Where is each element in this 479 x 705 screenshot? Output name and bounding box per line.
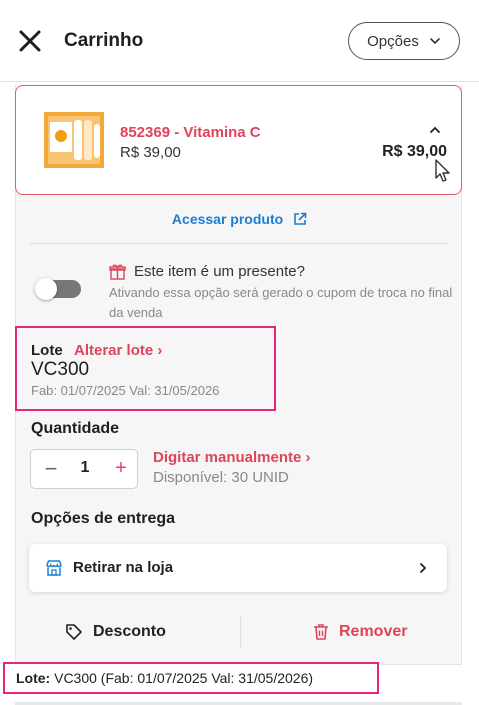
product-image [44,112,104,168]
manual-entry-link[interactable]: Digitar manualmente › [153,449,311,466]
gift-title: Este item é um presente? [134,263,305,280]
available-stock: Disponível: 30 UNID [153,469,289,486]
access-product-link[interactable]: Acessar produto [0,211,479,227]
access-product-label: Acessar produto [171,211,284,227]
pickup-in-store-label: Retirar na loja [73,559,174,576]
trash-icon [314,624,328,640]
toggle-knob [35,278,57,300]
lote-label: Lote [31,342,63,359]
pickup-in-store-option[interactable]: Retirar na loja [29,544,447,592]
quantity-stepper: − 1 + [30,449,138,489]
gift-toggle[interactable] [35,278,81,300]
close-icon[interactable] [16,27,44,55]
remove-button[interactable]: Remover [313,623,407,641]
options-button[interactable]: Opções [348,22,460,60]
footer-lote-summary: Lote: VC300 (Fab: 01/07/2025 Val: 31/05/… [16,670,313,686]
options-label: Opções [367,32,419,50]
chevron-down-icon [430,38,440,45]
quantity-value[interactable]: 1 [75,459,95,477]
page-title: Carrinho [64,30,144,51]
manual-entry-label: Digitar manualmente [153,449,302,466]
discount-label: Desconto [93,623,166,640]
chevron-up-icon[interactable] [429,125,441,135]
change-lote-label: Alterar lote [74,342,154,359]
delivery-options-label: Opções de entrega [31,510,176,527]
decrement-button[interactable]: − [41,458,61,480]
gift-icon [109,264,126,280]
change-lote-link[interactable]: Alterar lote › [74,342,162,359]
chevron-right-icon [420,563,427,573]
external-link-icon [294,212,307,225]
lote-value: VC300 [31,359,90,380]
mouse-cursor-icon [435,159,450,182]
remove-label: Remover [339,623,408,640]
store-icon [46,560,62,576]
discount-button[interactable]: Desconto [65,623,166,641]
gift-description: Ativando essa opção será gerado o cupom … [109,285,453,320]
tag-icon [66,624,82,640]
product-card[interactable]: 852369 - Vitamina C R$ 39,00 R$ 39,00 [15,85,462,195]
product-name: 852369 - Vitamina C [120,124,261,141]
header: Carrinho Opções [0,0,479,82]
action-divider [240,616,241,648]
chevron-right-icon: › [157,342,163,359]
footer-lote-label: Lote: [16,670,51,686]
divider [30,243,448,244]
quantity-label: Quantidade [31,420,120,437]
footer-lote-value: VC300 (Fab: 01/07/2025 Val: 31/05/2026) [54,670,314,686]
increment-button[interactable]: + [111,458,131,478]
lote-dates: Fab: 01/07/2025 Val: 31/05/2026 [31,383,220,398]
product-unit-price: R$ 39,00 [120,144,181,161]
chevron-right-icon: › [305,449,311,466]
